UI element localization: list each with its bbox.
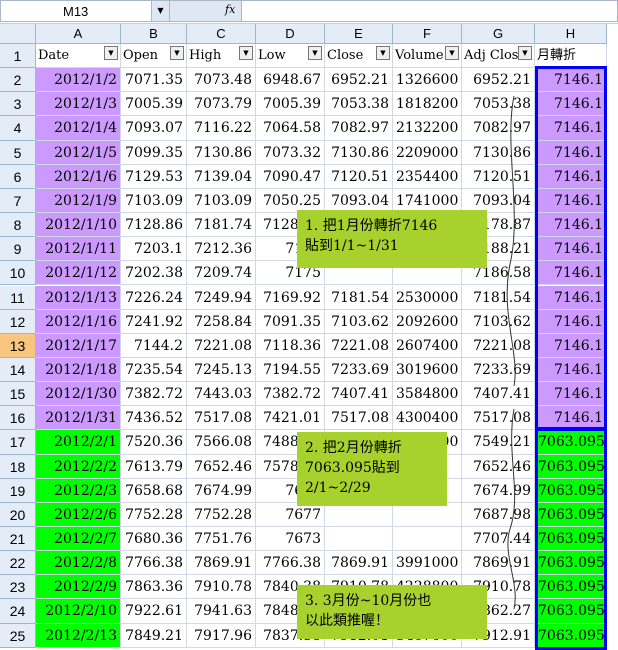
spreadsheet-window: M13 ▼ fx A B C D E F G H 1 Date ▼ Open ▼ High ▼ Low ▼ Clo… <box>0 0 618 650</box>
february-brace-line <box>507 408 516 610</box>
function-icon[interactable]: fx <box>225 3 235 16</box>
brace-connector <box>506 95 516 610</box>
name-box-value: M13 <box>63 4 89 19</box>
chevron-down-icon: ▼ <box>157 6 164 15</box>
name-box[interactable]: M13 <box>0 0 152 22</box>
formula-bar: M13 ▼ fx <box>0 0 618 24</box>
insert-function-area: fx <box>170 0 242 22</box>
name-box-dropdown[interactable]: ▼ <box>152 0 170 22</box>
formula-input[interactable] <box>242 0 618 22</box>
january-brace-line <box>506 95 516 387</box>
